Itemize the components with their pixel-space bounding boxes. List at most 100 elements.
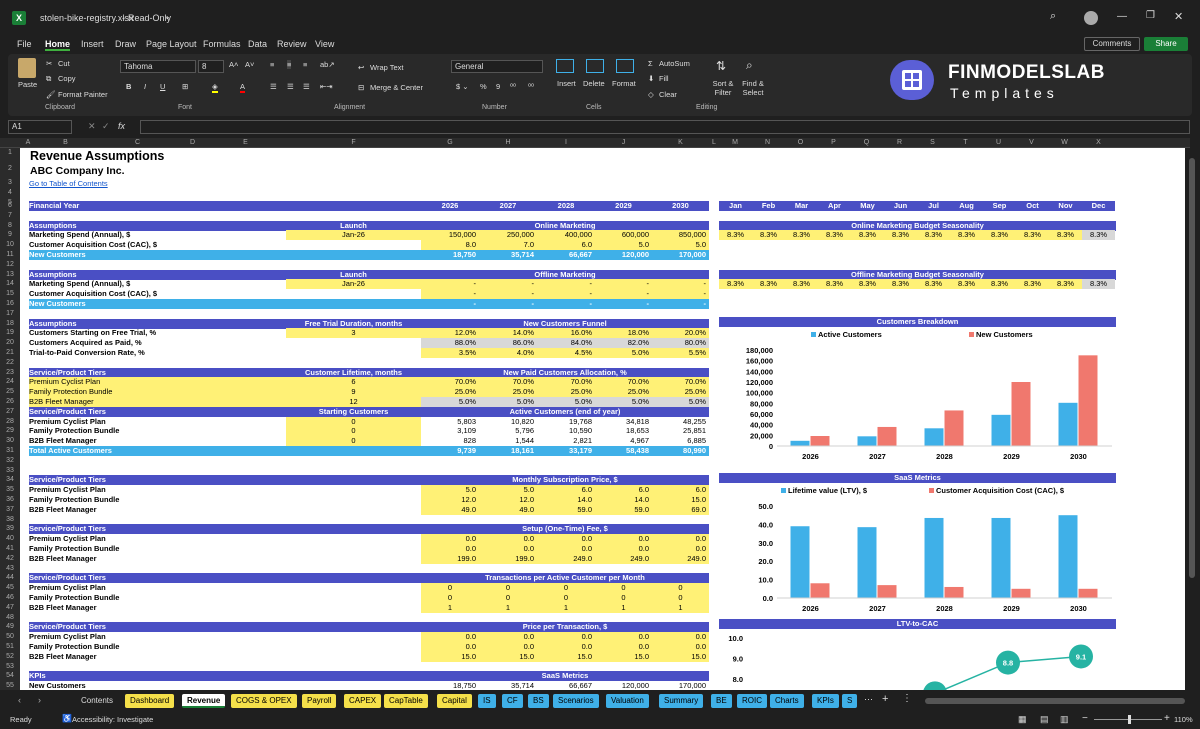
- cac-value[interactable]: 6.0: [537, 240, 595, 251]
- sheet-tab-captable[interactable]: CapTable: [384, 694, 428, 708]
- wrap-text-button[interactable]: Wrap Text: [370, 63, 404, 72]
- row-mid-value[interactable]: 3: [286, 328, 421, 339]
- row-mid-value[interactable]: [286, 338, 421, 348]
- row-value[interactable]: 70.0%: [595, 377, 652, 388]
- comments-button[interactable]: Comments: [1084, 37, 1140, 51]
- row-value[interactable]: 59.0: [595, 504, 652, 515]
- column-header-b[interactable]: B: [36, 138, 95, 148]
- find-select-button[interactable]: Find & Select: [740, 79, 766, 97]
- row-value[interactable]: 0.0: [421, 632, 479, 643]
- row-header-2[interactable]: 2: [0, 164, 20, 174]
- row-header-54[interactable]: 54: [0, 671, 20, 681]
- sheet-tab-revenue[interactable]: Revenue: [182, 694, 226, 708]
- row-header-11[interactable]: 11: [0, 250, 20, 260]
- row-header-29[interactable]: 29: [0, 426, 20, 436]
- column-header-u[interactable]: U: [982, 138, 1015, 148]
- zoom-slider[interactable]: [1094, 715, 1162, 724]
- seasonality-value[interactable]: 8.3%: [1049, 230, 1082, 241]
- marketing-spend-value[interactable]: -: [652, 279, 709, 290]
- row-header-22[interactable]: 22: [0, 358, 20, 368]
- row-value[interactable]: 14.0: [537, 495, 595, 505]
- marketing-spend-value[interactable]: 850,000: [652, 230, 709, 241]
- row-value[interactable]: 199.0: [479, 553, 537, 564]
- increase-font-icon[interactable]: A˄: [229, 60, 238, 69]
- avatar[interactable]: [1084, 11, 1098, 25]
- menu-insert[interactable]: Insert: [81, 39, 104, 49]
- column-header-f[interactable]: F: [286, 138, 421, 148]
- vertical-scrollbar[interactable]: [1186, 148, 1198, 690]
- menu-review[interactable]: Review: [277, 39, 307, 49]
- align-left-icon[interactable]: ☰: [270, 82, 277, 91]
- row-value[interactable]: 0.0: [537, 534, 595, 545]
- sheet-tab-payroll[interactable]: Payroll: [302, 694, 337, 708]
- row-header-25[interactable]: 25: [0, 387, 20, 397]
- row-value[interactable]: 15.0: [652, 651, 709, 662]
- sheet-tab-cogs-opex[interactable]: COGS & OPEX: [231, 694, 297, 708]
- row-header-8[interactable]: 8: [0, 221, 20, 231]
- delete-cells-icon[interactable]: [586, 59, 604, 73]
- row-header-49[interactable]: 49: [0, 622, 20, 632]
- cac-value[interactable]: -: [537, 289, 595, 300]
- menu-formulas[interactable]: Formulas: [203, 39, 241, 49]
- row-value[interactable]: 20.0%: [652, 328, 709, 339]
- row-header-41[interactable]: 41: [0, 544, 20, 554]
- minimize-icon[interactable]: —: [1117, 11, 1127, 22]
- row-header-24[interactable]: 24: [0, 377, 20, 387]
- align-top-icon[interactable]: ≡: [270, 60, 274, 69]
- column-header-w[interactable]: W: [1048, 138, 1081, 148]
- seasonality-value[interactable]: 8.3%: [1016, 279, 1049, 290]
- row-header-43[interactable]: 43: [0, 564, 20, 574]
- font-size-select[interactable]: 8: [198, 60, 224, 73]
- clear-button[interactable]: Clear: [659, 90, 677, 99]
- cac-value[interactable]: -: [421, 289, 479, 300]
- row-value[interactable]: 70.0%: [652, 377, 709, 388]
- row-value[interactable]: 5.0: [479, 485, 537, 496]
- row-value[interactable]: 0.0: [479, 632, 537, 643]
- orientation-icon[interactable]: ab↗: [320, 60, 335, 69]
- row-value[interactable]: 0: [652, 593, 709, 603]
- row-value[interactable]: 0: [421, 583, 479, 594]
- row-header-7[interactable]: 7: [0, 211, 20, 221]
- row-value[interactable]: 6.0: [537, 485, 595, 496]
- chevron-down-icon[interactable]: ⌄: [164, 12, 171, 21]
- column-header-p[interactable]: P: [817, 138, 850, 148]
- seasonality-value[interactable]: 8.3%: [950, 230, 983, 241]
- row-value[interactable]: 15.0: [421, 651, 479, 662]
- row-value[interactable]: 70.0%: [479, 377, 537, 388]
- worksheet[interactable]: Revenue Assumptions ABC Company Inc. Go …: [20, 148, 1185, 690]
- row-mid-value[interactable]: 0: [286, 436, 421, 447]
- seasonality-value[interactable]: 8.3%: [785, 230, 818, 241]
- sheet-tab-charts[interactable]: Charts: [770, 694, 804, 708]
- row-value[interactable]: 5.0%: [652, 397, 709, 407]
- row-value[interactable]: 0: [479, 593, 537, 603]
- row-header-20[interactable]: 20: [0, 338, 20, 348]
- sheet-tab-summary[interactable]: Summary: [659, 694, 704, 708]
- italic-icon[interactable]: I: [144, 82, 146, 91]
- sheet-tab-capital[interactable]: Capital: [437, 694, 472, 708]
- row-header-14[interactable]: 14: [0, 279, 20, 289]
- file-name[interactable]: stolen-bike-registry.xlsx: [40, 13, 133, 23]
- cut-button[interactable]: Cut: [58, 59, 70, 68]
- page-break-icon[interactable]: ▥: [1060, 714, 1069, 725]
- seasonality-value[interactable]: 8.3%: [983, 230, 1016, 241]
- seasonality-value[interactable]: 8.3%: [917, 279, 950, 290]
- row-mid-value[interactable]: 0: [286, 426, 421, 437]
- row-value[interactable]: 0: [537, 593, 595, 603]
- row-header-38[interactable]: 38: [0, 515, 20, 525]
- seasonality-value[interactable]: 8.3%: [1082, 279, 1115, 290]
- seasonality-value[interactable]: 8.3%: [851, 279, 884, 290]
- row-value[interactable]: 86.0%: [479, 338, 537, 349]
- row-header-10[interactable]: 10: [0, 240, 20, 250]
- delete-button[interactable]: Delete: [583, 79, 605, 88]
- search-icon[interactable]: ⌕: [1050, 10, 1056, 23]
- seasonality-value[interactable]: 8.3%: [884, 279, 917, 290]
- row-header-44[interactable]: 44: [0, 573, 20, 583]
- format-cells-icon[interactable]: [616, 59, 634, 73]
- marketing-spend-value[interactable]: 150,000: [421, 230, 479, 241]
- row-header-26[interactable]: 26: [0, 397, 20, 407]
- row-value[interactable]: 12.0: [479, 495, 537, 505]
- row-value[interactable]: 249.0: [595, 553, 652, 564]
- currency-icon[interactable]: $ ⌄: [456, 82, 469, 91]
- seasonality-value[interactable]: 8.3%: [752, 279, 785, 290]
- copy-button[interactable]: Copy: [58, 74, 76, 83]
